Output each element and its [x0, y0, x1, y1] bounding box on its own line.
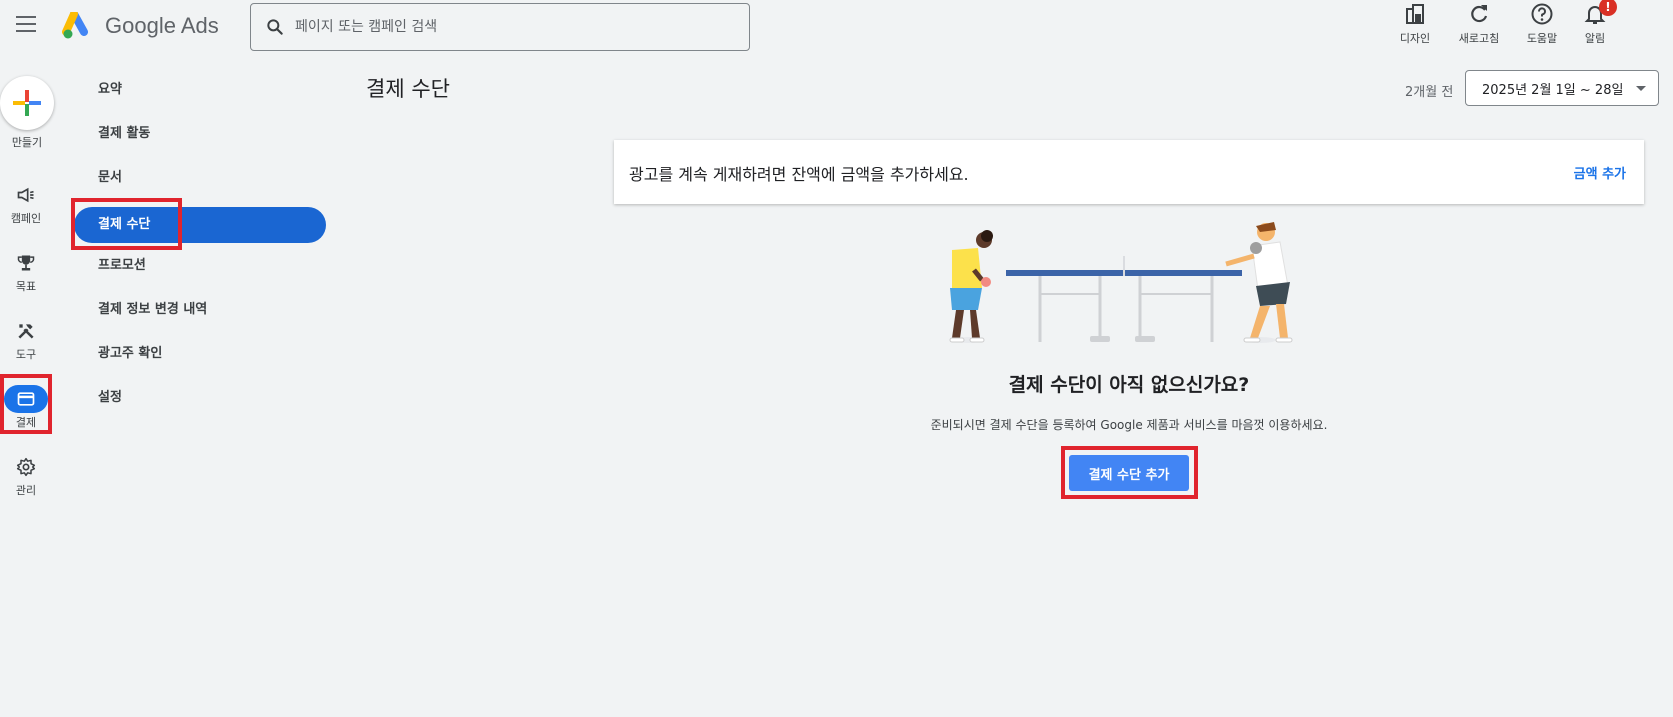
brand-name: Google Ads [105, 13, 219, 38]
search-icon [267, 19, 283, 35]
date-range-value: 2025년 2월 1일 ~ 28일 [1482, 82, 1624, 98]
rail-label: 관리 [15, 484, 37, 497]
notifications-label: 알림 [1584, 32, 1606, 45]
rail-item-goals[interactable]: 목표 [0, 249, 52, 294]
page-title: 결제 수단 [366, 77, 450, 101]
subnav-item-transactions[interactable]: 결제 활동 [74, 116, 326, 152]
search-input[interactable] [295, 19, 715, 35]
help-button[interactable]: 도움말 [1512, 2, 1572, 46]
rail-label: 도구 [15, 348, 37, 361]
add-payment-method-button[interactable]: 결제 수단 추가 [1069, 455, 1189, 491]
help-icon [1531, 3, 1553, 25]
appearance-icon [1406, 4, 1424, 24]
subnav-item-settings[interactable]: 설정 [74, 380, 326, 416]
create-label: 만들기 [11, 136, 43, 149]
appearance-button[interactable]: 디자인 [1385, 2, 1445, 46]
create-button[interactable] [0, 76, 54, 130]
date-range-label: 2개월 전 [1405, 85, 1454, 100]
menu-icon[interactable] [16, 16, 36, 34]
notification-badge: ! [1599, 0, 1617, 16]
rail-item-admin[interactable]: 관리 [0, 453, 52, 498]
subnav-item-advertiser-verification[interactable]: 광고주 확인 [74, 336, 326, 372]
credit-card-icon [17, 392, 35, 406]
refresh-label: 새로고침 [1458, 32, 1500, 45]
google-ads-logo [62, 12, 88, 39]
plus-icon [13, 90, 41, 116]
rail-item-tools[interactable]: 도구 [0, 317, 52, 362]
subnav-item-change-history[interactable]: 결제 정보 변경 내역 [74, 292, 326, 328]
balance-notice: 광고를 계속 게재하려면 잔액에 금액을 추가하세요. 금액 추가 [614, 140, 1644, 204]
rail-item-campaigns[interactable]: 캠페인 [0, 181, 52, 226]
notice-message: 광고를 계속 게재하려면 잔액에 금액을 추가하세요. [629, 165, 969, 184]
empty-state-description: 준비되시면 결제 수단을 등록하여 Google 제품과 서비스를 마음껏 이용… [930, 418, 1328, 432]
subnav-item-documents[interactable]: 문서 [74, 160, 326, 196]
search-box[interactable] [250, 3, 750, 51]
add-funds-link[interactable]: 금액 추가 [1574, 163, 1626, 182]
gear-icon [16, 457, 36, 477]
help-label: 도움말 [1526, 32, 1558, 45]
rail-label: 목표 [15, 280, 37, 293]
subnav-item-summary[interactable]: 요약 [74, 72, 326, 108]
ping-pong-illustration [949, 222, 1293, 343]
notifications-button[interactable]: ! 알림 [1565, 0, 1625, 46]
rail-label: 결제 [15, 416, 37, 429]
top-bar: Google Ads 디자인 새로고침 도움말 ! 알림 [0, 0, 1673, 56]
empty-state-title: 결제 수단이 아직 없으신가요? [1008, 374, 1250, 396]
rail-label: 캠페인 [10, 212, 42, 225]
caret-down-icon [1636, 86, 1646, 91]
trophy-icon [17, 255, 35, 271]
subnav-item-promotions[interactable]: 프로모션 [74, 248, 326, 284]
tools-icon [18, 324, 34, 339]
appearance-label: 디자인 [1399, 32, 1431, 45]
date-range-select[interactable]: 2025년 2월 1일 ~ 28일 [1465, 70, 1659, 106]
rail-item-billing[interactable]: 결제 [0, 385, 52, 430]
refresh-button[interactable]: 새로고침 [1449, 2, 1509, 46]
subnav-item-payment-methods[interactable]: 결제 수단 [74, 207, 326, 243]
refresh-icon [1471, 5, 1488, 23]
megaphone-icon [17, 187, 34, 203]
